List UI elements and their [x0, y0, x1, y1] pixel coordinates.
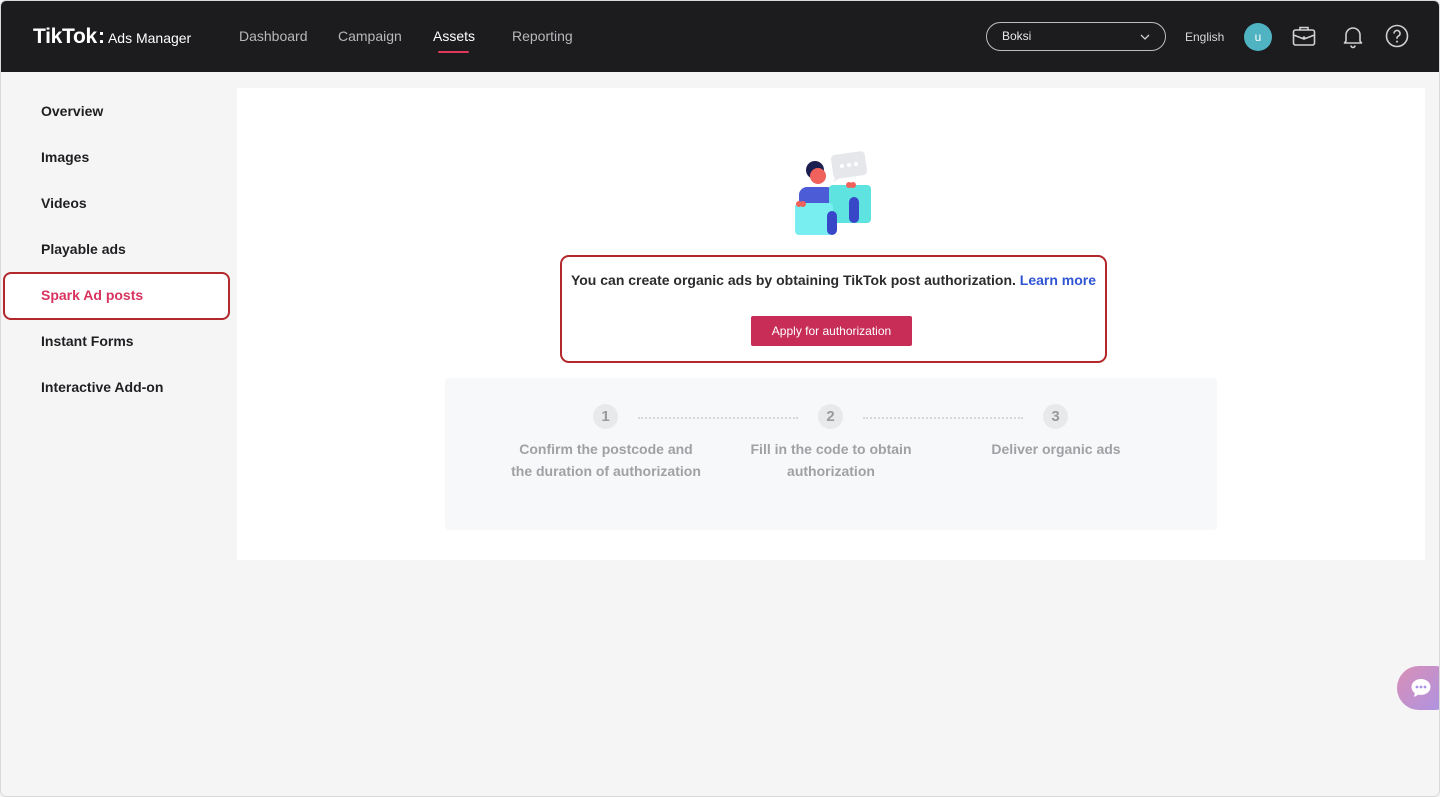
sidebar-item-overview[interactable]: Overview — [41, 103, 103, 119]
step-1-text: Confirm the postcode and the duration of… — [511, 441, 701, 479]
authorization-message: You can create organic ads by obtaining … — [560, 272, 1107, 288]
sidebar-item-videos[interactable]: Videos — [41, 195, 87, 211]
active-nav-indicator — [438, 51, 469, 53]
sidebar-item-images[interactable]: Images — [41, 149, 89, 165]
authorization-message-text: You can create organic ads by obtaining … — [570, 272, 1016, 288]
language-selector[interactable]: English — [1185, 30, 1224, 44]
help-icon[interactable] — [1384, 23, 1410, 49]
sidebar-item-instant-forms[interactable]: Instant Forms — [41, 333, 134, 349]
sidebar-item-spark-ad-posts[interactable]: Spark Ad posts — [41, 287, 143, 303]
briefcase-icon[interactable] — [1291, 23, 1317, 49]
brand-subtitle: Ads Manager — [107, 30, 192, 46]
step-connector-2 — [863, 417, 1023, 419]
bell-icon[interactable] — [1340, 23, 1366, 49]
account-select-value: Boksi — [1002, 29, 1032, 43]
account-select[interactable]: Boksi — [986, 22, 1166, 51]
brand-colon: : — [97, 25, 105, 48]
chat-icon — [1411, 679, 1431, 697]
apply-for-authorization-button[interactable]: Apply for authorization — [751, 316, 912, 346]
nav-assets[interactable]: Assets — [433, 28, 475, 44]
learn-more-link[interactable]: Learn more — [1020, 272, 1096, 288]
sidebar-item-interactive-add-on[interactable]: Interactive Add-on — [41, 379, 163, 395]
nav-reporting[interactable]: Reporting — [512, 28, 573, 44]
step-2-number: 2 — [818, 404, 843, 429]
chevron-down-icon — [1140, 34, 1150, 40]
top-navigation-bar: TikTok : Ads Manager Dashboard Campaign … — [1, 1, 1439, 72]
brand-logo[interactable]: TikTok : Ads Manager — [33, 25, 191, 49]
brand-name: TikTok — [33, 25, 97, 48]
nav-campaign[interactable]: Campaign — [338, 28, 402, 44]
nav-dashboard[interactable]: Dashboard — [239, 28, 308, 44]
step-3-number: 3 — [1043, 404, 1068, 429]
authorization-illustration — [795, 151, 871, 235]
chat-support-button[interactable] — [1397, 666, 1439, 710]
step-2-text: Fill in the code to obtain authorization — [750, 441, 912, 479]
avatar[interactable]: u — [1244, 23, 1272, 51]
step-connector-1 — [638, 417, 798, 419]
sidebar-item-playable-ads[interactable]: Playable ads — [41, 241, 126, 257]
step-3-text: Deliver organic ads — [991, 441, 1121, 457]
step-1-number: 1 — [593, 404, 618, 429]
app-window: TikTok : Ads Manager Dashboard Campaign … — [0, 0, 1440, 797]
